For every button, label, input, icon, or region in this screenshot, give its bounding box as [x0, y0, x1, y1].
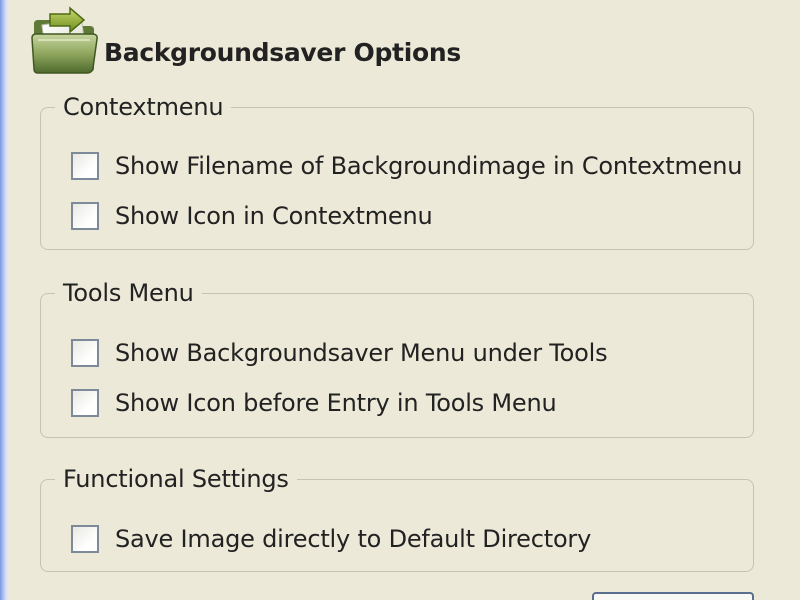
option-label[interactable]: Show Icon before Entry in Tools Menu: [115, 389, 557, 417]
dialog-button[interactable]: [592, 592, 754, 600]
option-label[interactable]: Show Filename of Backgroundimage in Cont…: [115, 152, 742, 180]
option-label[interactable]: Show Backgroundsaver Menu under Tools: [115, 339, 608, 367]
dialog-title: Backgroundsaver Options: [104, 38, 461, 67]
checkbox[interactable]: [71, 525, 99, 553]
option-save-image-to-default-directory[interactable]: Save Image directly to Default Directory: [71, 523, 591, 555]
window-left-border: [0, 0, 9, 600]
checkbox[interactable]: [71, 202, 99, 230]
folder-arrow-icon: [30, 4, 100, 76]
group-legend-functional-settings: Functional Settings: [55, 463, 297, 495]
group-legend-contextmenu: Contextmenu: [55, 91, 232, 123]
option-show-icon-in-contextmenu[interactable]: Show Icon in Contextmenu: [71, 200, 433, 232]
group-functional-settings: Functional Settings Save Image directly …: [40, 463, 754, 572]
checkbox[interactable]: [71, 339, 99, 367]
option-show-icon-before-entry[interactable]: Show Icon before Entry in Tools Menu: [71, 387, 557, 419]
group-tools-menu: Tools Menu Show Backgroundsaver Menu und…: [40, 277, 754, 438]
option-show-filename-in-contextmenu[interactable]: Show Filename of Backgroundimage in Cont…: [71, 150, 742, 182]
checkbox[interactable]: [71, 389, 99, 417]
group-contextmenu: Contextmenu Show Filename of Backgroundi…: [40, 91, 754, 250]
checkbox[interactable]: [71, 152, 99, 180]
group-legend-tools-menu: Tools Menu: [55, 277, 202, 309]
option-label[interactable]: Show Icon in Contextmenu: [115, 202, 433, 230]
option-label[interactable]: Save Image directly to Default Directory: [115, 525, 591, 553]
option-show-menu-under-tools[interactable]: Show Backgroundsaver Menu under Tools: [71, 337, 608, 369]
